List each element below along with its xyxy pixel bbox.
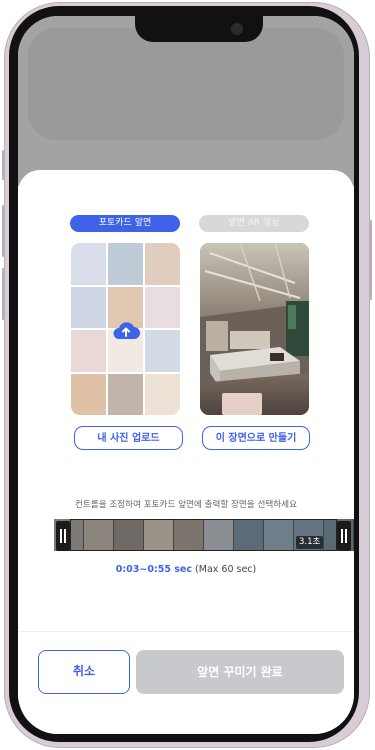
cloud-upload-icon (113, 322, 140, 339)
photo-grid-card[interactable] (71, 243, 180, 415)
photo-thumbnail (145, 373, 180, 415)
time-range-label: 0:03~0:55 sec (Max 60 sec) (18, 564, 354, 575)
trim-handle-end[interactable] (337, 521, 351, 551)
grip-icon (341, 529, 343, 543)
phone-mockup: 포토카드 앞면 앞면 AR 영상 내 사진 업로드 이 장면으로 만들기 컨트롤… (0, 0, 375, 750)
front-camera-icon (231, 23, 243, 35)
photo-thumbnail (71, 243, 106, 285)
divider (18, 631, 354, 632)
scene-select-hint: 컨트롤을 조정하여 포토카드 앞면에 출력할 장면을 선택하세요 (75, 500, 297, 510)
bottom-sheet: 포토카드 앞면 앞면 AR 영상 내 사진 업로드 이 장면으로 만들기 컨트롤… (18, 170, 354, 734)
cancel-button[interactable]: 취소 (38, 650, 130, 694)
photo-thumbnail (71, 373, 106, 415)
photo-thumbnail (71, 330, 106, 372)
grip-icon (345, 529, 347, 543)
photo-thumbnail (71, 286, 106, 328)
time-range-max: (Max 60 sec) (192, 564, 257, 575)
cafe-scene-image (200, 243, 309, 415)
tab-photocard-front[interactable]: 포토카드 앞면 (70, 215, 180, 232)
tab-front-ar-video[interactable]: 앞면 AR 영상 (199, 215, 309, 232)
finish-front-button[interactable]: 앞면 꾸미기 완료 (136, 650, 344, 694)
notch (135, 16, 263, 42)
photo-thumbnail (145, 330, 180, 372)
ar-video-preview[interactable] (200, 243, 309, 415)
duration-badge: 3.1초 (296, 536, 324, 549)
grip-icon (60, 529, 62, 543)
photo-thumbnail (108, 373, 143, 415)
grip-icon (64, 529, 66, 543)
upload-photo-button[interactable]: 내 사진 업로드 (74, 426, 183, 450)
background-card (28, 28, 344, 140)
photo-thumbnail (145, 243, 180, 285)
make-from-scene-button[interactable]: 이 장면으로 만들기 (202, 426, 310, 450)
photo-thumbnail (145, 286, 180, 328)
trim-handle-start[interactable] (56, 521, 70, 551)
time-range-value: 0:03~0:55 sec (115, 564, 193, 575)
photo-thumbnail (108, 243, 143, 285)
screen: 포토카드 앞면 앞면 AR 영상 내 사진 업로드 이 장면으로 만들기 컨트롤… (18, 16, 354, 734)
